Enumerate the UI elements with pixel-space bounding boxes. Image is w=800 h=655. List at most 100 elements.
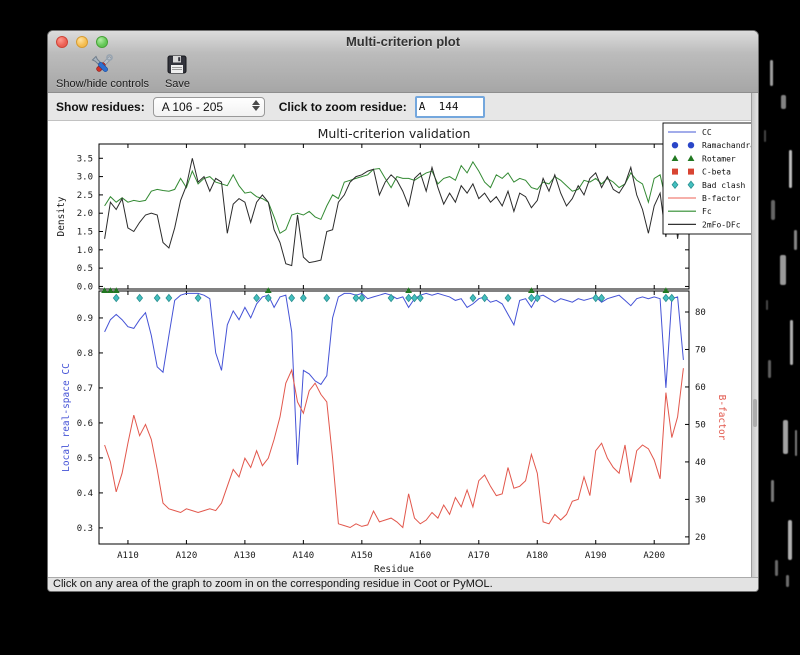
tools-icon — [89, 53, 115, 77]
tick-label: A120 — [176, 551, 198, 561]
tick-label: A150 — [351, 551, 373, 561]
save-button[interactable]: Save — [165, 53, 190, 90]
tick-label: 70 — [695, 345, 706, 355]
wallpaper-streak — [770, 60, 773, 86]
status-text: Click on any area of the graph to zoom i… — [53, 578, 493, 590]
tick-label: A190 — [585, 551, 607, 561]
bad-clash-marker — [253, 293, 261, 303]
residue-range-dropdown[interactable]: A 106 - 205 — [152, 96, 265, 117]
wallpaper-streak — [781, 95, 786, 109]
cc-bfactor-plot-frame[interactable] — [98, 290, 690, 545]
rotamer-marker — [405, 287, 413, 293]
bad-clash-marker — [299, 293, 307, 303]
tick-label: 0.0 — [77, 282, 93, 292]
show-hide-controls-label: Show/hide controls — [56, 78, 149, 90]
wallpaper-streak — [780, 255, 786, 285]
legend-label: 2mFo-DFc — [702, 220, 741, 229]
tick-label: 30 — [695, 495, 706, 505]
tick-label: 0.5 — [77, 264, 93, 274]
tick-label: 3.5 — [77, 154, 93, 164]
tick-label: 2.5 — [77, 191, 93, 201]
tick-label: 3.0 — [77, 173, 93, 183]
bad-clash-marker — [668, 293, 676, 303]
control-bar: Show residues: A 106 - 205 Click to zoom… — [48, 93, 758, 121]
window-title: Multi-criterion plot — [345, 34, 461, 49]
bad-clash-marker — [288, 293, 296, 303]
bad-clash-marker — [592, 293, 600, 303]
density-axis-label: Density — [56, 196, 67, 236]
bfactor-axis-label: B-factor — [716, 395, 727, 441]
vertical-scrollbar[interactable] — [751, 93, 758, 577]
tick-label: 1.5 — [77, 228, 93, 238]
title-bar[interactable]: Multi-criterion plot — [48, 31, 758, 54]
wallpaper-streak — [771, 480, 774, 502]
density-plot-frame[interactable] — [98, 143, 690, 290]
zoom-residue-input[interactable] — [414, 95, 485, 118]
fc-line — [104, 160, 684, 235]
legend-label: Bad clash — [702, 181, 746, 190]
legend-label: Fc — [702, 207, 712, 216]
legend-box — [662, 122, 758, 235]
floppy-icon — [166, 53, 188, 77]
bad-clash-marker — [469, 293, 477, 303]
bad-clash-marker — [405, 293, 413, 303]
plot-title: Multi-criterion validation — [318, 126, 471, 141]
wallpaper-streak — [794, 230, 797, 250]
tick-label: 80 — [695, 308, 706, 318]
tick-label: 0.7 — [77, 384, 93, 394]
tick-label: A170 — [468, 551, 490, 561]
bad-clash-marker — [194, 293, 202, 303]
tick-label: A180 — [526, 551, 548, 561]
tick-label: 20 — [695, 533, 706, 543]
wallpaper-streak — [795, 430, 797, 456]
status-bar: Click on any area of the graph to zoom i… — [48, 577, 758, 591]
tick-label: A140 — [293, 551, 315, 561]
rotamer-marker — [101, 287, 108, 293]
bad-clash-marker — [165, 293, 173, 303]
save-label: Save — [164, 78, 191, 90]
bad-clash-marker — [411, 293, 418, 303]
tick-label: 0.8 — [77, 349, 93, 359]
rotamer-marker — [107, 287, 114, 293]
show-hide-controls-button[interactable]: Show/hide controls — [56, 53, 149, 90]
tick-label: 0.5 — [77, 454, 93, 464]
figure-area[interactable]: Multi-criterion validation 0.0 0.5 1.0 1.5 2.… — [48, 121, 758, 577]
stepper-arrows-icon — [251, 99, 260, 111]
wallpaper-streak — [790, 320, 793, 365]
bad-clash-marker — [504, 293, 512, 303]
rotamer-marker — [528, 287, 535, 293]
tick-label: 40 — [695, 458, 706, 468]
wallpaper-streak — [775, 560, 778, 576]
wallpaper-streak — [788, 520, 792, 560]
tick-label: A130 — [234, 551, 256, 561]
wallpaper-streak — [771, 200, 775, 220]
wallpaper-streak — [786, 575, 789, 587]
bad-clash-marker — [352, 293, 360, 303]
desktop-background: Multi-criterion plot Show/hide controls … — [0, 0, 800, 655]
tick-label: 0.9 — [77, 314, 93, 324]
wallpaper-streak — [789, 150, 792, 188]
show-residues-label: Show residues: — [56, 99, 145, 114]
wallpaper-streak — [764, 130, 766, 142]
x-axis-label: Residue — [374, 564, 414, 575]
multi-criterion-plot[interactable]: Multi-criterion validation 0.0 0.5 1.0 1.5 2.… — [48, 121, 759, 579]
bad-clash-marker — [662, 293, 670, 303]
wallpaper-streak — [783, 420, 788, 454]
app-window: Multi-criterion plot Show/hide controls … — [47, 30, 759, 592]
tick-label: A160 — [409, 551, 431, 561]
bad-clash-marker — [387, 293, 395, 303]
scrollbar-thumb[interactable] — [753, 399, 757, 427]
zoom-residue-label: Click to zoom residue: — [278, 99, 407, 114]
tick-label: 0.6 — [77, 419, 93, 429]
bad-clash-marker — [136, 293, 144, 303]
tick-label: 50 — [695, 420, 706, 430]
cc-line — [104, 292, 684, 465]
wallpaper-streak — [766, 300, 768, 310]
tick-label: A110 — [117, 551, 139, 561]
bad-clash-marker — [527, 293, 535, 303]
toolbar: Show/hide controls Save — [48, 53, 758, 93]
bad-clash-marker — [416, 293, 424, 303]
bfactor-line — [104, 368, 684, 529]
rotamer-marker — [662, 287, 670, 293]
legend-label: CC — [702, 128, 712, 137]
